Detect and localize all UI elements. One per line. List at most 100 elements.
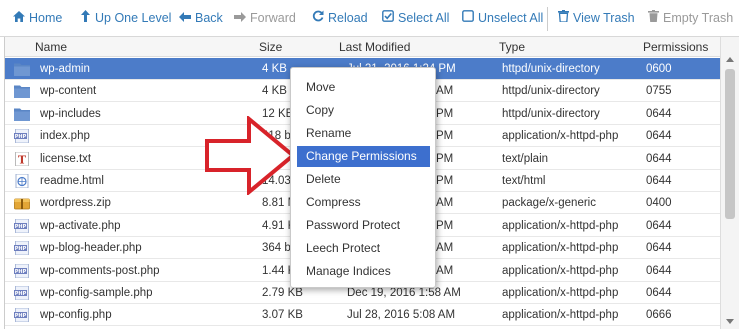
file-name: wp-content (40, 85, 97, 98)
svg-text:PHP: PHP (15, 224, 27, 230)
php-file-icon: PHP (14, 285, 30, 301)
file-name: wp-activate.php (40, 219, 121, 232)
file-permissions: 0600 (646, 63, 672, 75)
file-size: 3.07 KB (262, 309, 303, 322)
scroll-down-arrow-icon[interactable] (726, 319, 734, 324)
file-name: wp-admin (40, 63, 90, 75)
file-type: application/x-httpd-php (502, 287, 619, 299)
table-header: Name Size Last Modified Type Permissions (5, 37, 720, 57)
column-header-permissions[interactable]: Permissions (643, 37, 708, 57)
folder-icon (14, 84, 30, 99)
html-file-icon (14, 173, 30, 189)
context-menu-item-delete[interactable]: Delete (297, 169, 430, 190)
file-type: application/x-httpd-php (502, 309, 619, 322)
file-name: wordpress.zip (40, 197, 111, 210)
reload-button[interactable]: Reload (311, 0, 368, 37)
file-name: index.php (40, 130, 90, 143)
folder-icon (14, 107, 30, 121)
file-type: application/x-httpd-php (502, 264, 619, 277)
file-permissions: 0666 (646, 309, 672, 322)
file-type: httpd/unix-directory (502, 63, 600, 75)
home-icon (12, 0, 26, 37)
scroll-up-arrow-icon[interactable] (726, 57, 734, 62)
table-row[interactable]: PHP wp-config.php 3.07 KB Jul 28, 2016 5:08… (5, 304, 720, 327)
folder-icon (14, 62, 30, 76)
context-menu-item-copy[interactable]: Copy (297, 100, 430, 121)
context-menu-item-move[interactable]: Move (297, 77, 430, 98)
svg-text:T: T (18, 153, 27, 166)
red-annotation-arrow-icon (205, 116, 296, 195)
file-last-modified: PM (436, 175, 454, 187)
file-last-modified: AM (436, 197, 454, 210)
file-permissions: 0400 (646, 197, 672, 210)
context-menu-item-leech-protect[interactable]: Leech Protect (297, 238, 430, 259)
context-menu-item-rename[interactable]: Rename (297, 123, 430, 144)
file-permissions: 0644 (646, 219, 672, 232)
trash-icon (556, 0, 570, 37)
file-name: wp-config-sample.php (40, 287, 153, 299)
php-file-icon: PHP (14, 240, 30, 256)
file-manager-toolbar: Home Up One Level Back Forward Reload Se… (0, 0, 739, 37)
file-type: httpd/unix-directory (502, 107, 600, 120)
forward-button[interactable]: Forward (233, 0, 296, 37)
file-name: readme.html (40, 175, 104, 187)
file-type: application/x-httpd-php (502, 130, 619, 143)
file-size: 364 b (262, 242, 291, 255)
file-last-modified: PM (436, 219, 454, 232)
home-label: Home (29, 11, 63, 25)
select-all-button[interactable]: Select All (381, 0, 449, 37)
file-permissions: 0644 (646, 175, 672, 187)
file-last-modified: AM (436, 242, 454, 255)
view-trash-button[interactable]: View Trash (556, 0, 635, 37)
file-permissions: 0644 (646, 130, 672, 143)
column-header-size[interactable]: Size (259, 37, 282, 57)
column-header-name[interactable]: Name (35, 37, 67, 57)
file-last-modified: Jul 28, 2016 5:08 AM (347, 309, 456, 322)
column-header-type[interactable]: Type (499, 37, 525, 57)
up-one-level-button[interactable]: Up One Level (78, 0, 171, 37)
file-permissions: 0644 (646, 287, 672, 299)
unselect-all-button[interactable]: Unselect All (461, 0, 543, 37)
file-type: application/x-httpd-php (502, 242, 619, 255)
arrow-right-icon (233, 0, 247, 37)
file-last-modified: PM (436, 107, 454, 120)
file-name: wp-includes (40, 107, 101, 120)
arrow-left-icon (178, 0, 192, 37)
php-file-icon: PHP (14, 263, 30, 278)
empty-trash-button[interactable]: Empty Trash (646, 0, 733, 37)
unselect-all-label: Unselect All (478, 11, 544, 25)
context-menu-item-compress[interactable]: Compress (297, 192, 430, 213)
file-permissions: 0644 (646, 264, 672, 277)
php-file-icon: PHP (14, 307, 30, 323)
file-permissions: 0644 (646, 107, 672, 120)
text-file-icon: T (14, 151, 30, 166)
vertical-scrollbar[interactable] (720, 37, 739, 329)
file-name: wp-blog-header.php (40, 242, 142, 255)
file-name: license.txt (40, 152, 92, 165)
file-type: package/x-generic (502, 197, 596, 210)
svg-text:PHP: PHP (15, 291, 27, 297)
up-one-level-label: Up One Level (95, 11, 172, 25)
php-file-icon: PHP (14, 128, 30, 144)
file-last-modified: PM (436, 130, 454, 143)
view-trash-label: View Trash (573, 11, 635, 25)
context-menu-item-password-protect[interactable]: Password Protect (297, 215, 430, 236)
toolbar-divider (547, 7, 548, 31)
context-menu-item-manage-indices[interactable]: Manage Indices (297, 261, 430, 282)
svg-text:PHP: PHP (15, 134, 27, 140)
file-name: wp-config.php (40, 309, 112, 322)
empty-trash-label: Empty Trash (663, 11, 734, 25)
svg-text:PHP: PHP (15, 269, 27, 275)
trash-icon (646, 0, 660, 37)
column-header-last-modified[interactable]: Last Modified (339, 37, 410, 57)
scrollbar-thumb[interactable] (725, 69, 735, 219)
arrow-up-icon (78, 0, 92, 37)
svg-text:PHP: PHP (15, 313, 27, 319)
context-menu-item-change-permissions[interactable]: Change Permissions (297, 146, 430, 167)
back-button[interactable]: Back (178, 0, 223, 37)
file-name: wp-comments-post.php (40, 264, 160, 277)
file-permissions: 0644 (646, 152, 672, 165)
file-last-modified: AM (436, 85, 454, 98)
context-menu: Move Copy Rename Change Permissions Delete Co… (290, 67, 436, 288)
home-button[interactable]: Home (12, 0, 62, 37)
